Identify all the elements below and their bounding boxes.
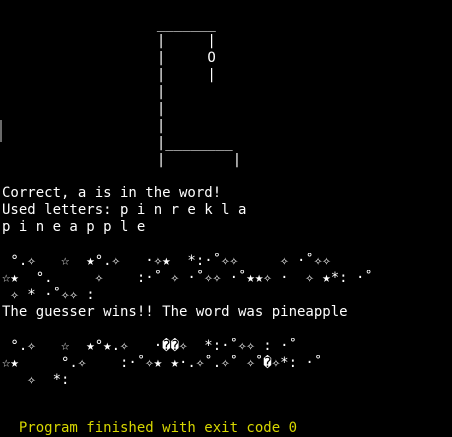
sparkle-line: °.✧ ☆ ★°★.✧ ·��✧ *:·˚✧✧ : ·˚: [2, 338, 298, 354]
word-progress: p i n e a p p l e: [2, 219, 146, 235]
used-letters: Used letters: p i n r e k l a: [2, 202, 247, 218]
sparkle-line: °.✧ ☆ ★°.✧ ·✧★ *:·˚✧✧ ✧ ·˚✧✧: [2, 253, 331, 269]
gallows-line: | O: [140, 50, 216, 66]
gallows-line: |________: [140, 135, 233, 151]
sparkle-line: ☆★ °.✧ :·˚✧★ ★·.✧˚.✧˚ ✧˚�✧*: ·˚: [2, 355, 323, 371]
win-message: The guesser wins!! The word was pineappl…: [2, 304, 348, 320]
gallows-line: |: [140, 118, 166, 134]
gallows-line: |: [140, 84, 166, 100]
gallows-line: | |: [140, 152, 242, 168]
correct-message: Correct, a is in the word!: [2, 185, 222, 201]
gallows-line: |: [140, 101, 166, 117]
program-exit-message: Program finished with exit code 0: [2, 420, 298, 436]
sparkle-line: ✧ * ·˚✧✧ :: [2, 287, 95, 303]
window-edge: [0, 120, 2, 142]
sparkle-line: ☆★ °. ✧ :·˚ ✧ ·˚✧✧ ·˚★★✧ · ✧ ★*: ·˚: [2, 270, 373, 286]
gallows-line: | |: [140, 67, 216, 83]
gallows-line: | |: [140, 33, 216, 49]
gallows-line: _______: [140, 16, 216, 32]
sparkle-line: ✧ *:: [2, 372, 70, 388]
